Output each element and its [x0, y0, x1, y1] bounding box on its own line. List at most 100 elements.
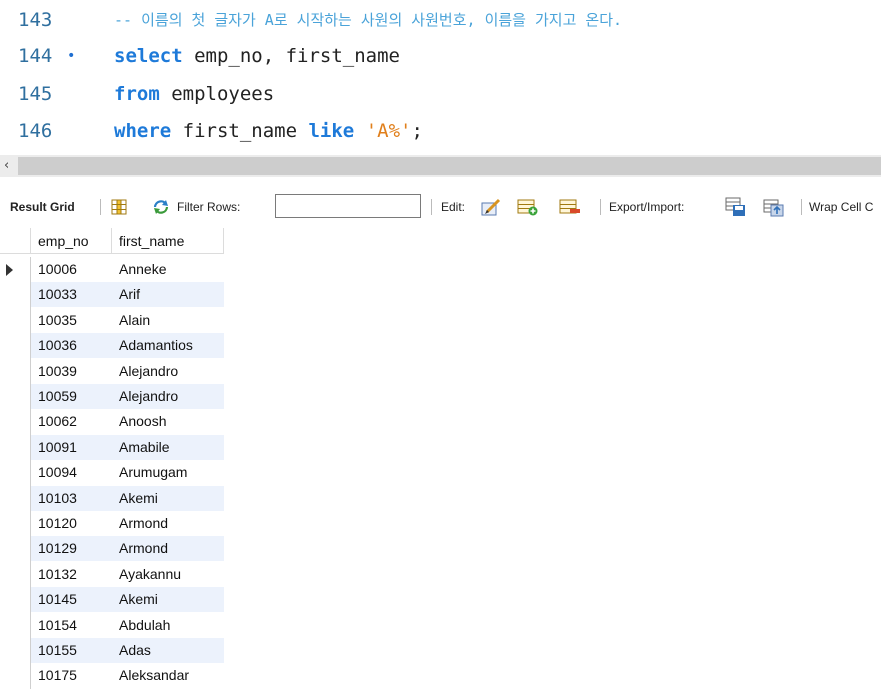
- table-row[interactable]: 10175 Aleksandar: [0, 663, 224, 689]
- table-row[interactable]: 10039 Alejandro: [0, 358, 224, 384]
- cell-first-name[interactable]: Alejandro: [112, 359, 224, 384]
- sql-text: employees: [159, 83, 275, 105]
- cell-emp-no[interactable]: 10059: [31, 384, 112, 409]
- cell-first-name[interactable]: Alejandro: [112, 384, 224, 409]
- cell-first-name[interactable]: Anneke: [112, 257, 224, 282]
- import-icon[interactable]: [763, 196, 785, 217]
- code-line-145[interactable]: 145 from employees: [0, 76, 881, 112]
- export-icon[interactable]: [725, 197, 747, 217]
- table-row[interactable]: 10094 Arumugam: [0, 460, 224, 486]
- table-row[interactable]: 10132 Ayakannu: [0, 561, 224, 588]
- cell-first-name[interactable]: Amabile: [112, 434, 224, 460]
- row-selector[interactable]: [0, 333, 31, 359]
- cell-first-name[interactable]: Ayakannu: [112, 562, 224, 587]
- cell-emp-no[interactable]: 10145: [31, 587, 112, 613]
- cell-emp-no[interactable]: 10129: [31, 536, 112, 562]
- export-import-label: Export/Import:: [609, 200, 685, 214]
- row-selector[interactable]: [0, 434, 31, 461]
- current-row-arrow-icon: [6, 264, 13, 276]
- wrap-cell-content-toggle[interactable]: Wrap Cell C: [809, 190, 873, 224]
- result-grid-tab[interactable]: Result Grid: [10, 190, 75, 224]
- row-selector-header[interactable]: [0, 228, 31, 254]
- cell-first-name[interactable]: Akemi: [112, 587, 224, 613]
- edit-label: Edit:: [441, 200, 466, 214]
- cell-emp-no[interactable]: 10154: [31, 613, 112, 638]
- row-selector[interactable]: [0, 460, 31, 486]
- cell-emp-no[interactable]: 10062: [31, 409, 112, 434]
- delete-row-icon[interactable]: [559, 198, 581, 216]
- scrollbar-thumb[interactable]: [18, 157, 881, 175]
- row-selector[interactable]: [0, 587, 31, 613]
- cell-first-name[interactable]: Arumugam: [112, 460, 224, 485]
- cell-first-name[interactable]: Akemi: [112, 485, 224, 511]
- cell-first-name[interactable]: Adas: [112, 638, 224, 663]
- cell-emp-no[interactable]: 10155: [31, 638, 112, 663]
- cell-emp-no[interactable]: 10091: [31, 434, 112, 460]
- result-toolbar: Result Grid Filter Rows: Edit: Export/Im…: [0, 190, 881, 224]
- row-selector[interactable]: [0, 638, 31, 664]
- table-row[interactable]: 10155 Adas: [0, 638, 224, 664]
- row-selector[interactable]: [0, 536, 31, 562]
- cell-emp-no[interactable]: 10120: [31, 511, 112, 536]
- cell-emp-no[interactable]: 10006: [31, 257, 112, 282]
- table-row[interactable]: 10154 Abdulah: [0, 612, 224, 638]
- row-selector[interactable]: [0, 511, 31, 537]
- cell-emp-no[interactable]: 10175: [31, 663, 112, 688]
- table-row[interactable]: 10103 Akemi: [0, 485, 224, 511]
- table-row[interactable]: 10145 Akemi: [0, 587, 224, 613]
- cell-emp-no[interactable]: 10033: [31, 282, 112, 308]
- table-row[interactable]: 10035 Alain: [0, 307, 224, 334]
- row-selector[interactable]: [0, 358, 31, 384]
- table-row[interactable]: 10059 Alejandro: [0, 384, 224, 410]
- cell-first-name[interactable]: Arif: [112, 282, 224, 308]
- grid-columns-icon[interactable]: [111, 199, 127, 215]
- cell-emp-no[interactable]: 10132: [31, 562, 112, 587]
- scroll-left-arrow-icon[interactable]: ‹: [4, 155, 9, 177]
- refresh-icon[interactable]: [152, 199, 170, 215]
- toolbar-divider: [431, 199, 432, 215]
- row-selector[interactable]: [0, 561, 31, 588]
- column-header-first-name[interactable]: first_name: [112, 228, 224, 254]
- table-row[interactable]: 10120 Armond: [0, 511, 224, 537]
- sql-text: first_name: [171, 120, 309, 142]
- cell-emp-no[interactable]: 10035: [31, 308, 112, 333]
- table-row[interactable]: 10036 Adamantios: [0, 333, 224, 359]
- table-row[interactable]: 10062 Anoosh: [0, 409, 224, 435]
- cell-emp-no[interactable]: 10036: [31, 333, 112, 359]
- row-selector[interactable]: [0, 282, 31, 308]
- table-row[interactable]: 10129 Armond: [0, 536, 224, 562]
- row-selector[interactable]: [0, 485, 31, 511]
- edit-pencil-icon[interactable]: [480, 197, 502, 217]
- sql-editor[interactable]: 143 -- 이름의 첫 글자가 A로 시작하는 사원의 사원번호, 이름을 가…: [0, 0, 881, 152]
- row-selector[interactable]: [0, 612, 31, 638]
- row-selector[interactable]: [0, 307, 31, 334]
- cell-emp-no[interactable]: 10039: [31, 359, 112, 384]
- editor-horizontal-scrollbar[interactable]: ‹: [0, 155, 881, 177]
- sql-comment: -- 이름의 첫 글자가 A로 시작하는 사원의 사원번호, 이름을 가지고 온…: [114, 11, 623, 29]
- add-row-icon[interactable]: [517, 198, 539, 216]
- row-selector[interactable]: [0, 384, 31, 410]
- cell-emp-no[interactable]: 10094: [31, 460, 112, 485]
- row-selector[interactable]: [0, 257, 31, 283]
- table-row[interactable]: 10006 Anneke: [0, 257, 224, 283]
- toolbar-divider: [801, 199, 802, 215]
- filter-rows-input[interactable]: [275, 194, 421, 218]
- code-line-146[interactable]: 146 where first_name like 'A%';: [0, 113, 881, 149]
- row-selector[interactable]: [0, 663, 31, 689]
- cell-first-name[interactable]: Armond: [112, 511, 224, 536]
- line-number: 146: [18, 120, 53, 142]
- cell-first-name[interactable]: Alain: [112, 308, 224, 333]
- cell-first-name[interactable]: Aleksandar: [112, 663, 224, 688]
- row-selector[interactable]: [0, 409, 31, 435]
- cell-emp-no[interactable]: 10103: [31, 485, 112, 511]
- cell-first-name[interactable]: Anoosh: [112, 409, 224, 434]
- column-header-emp-no[interactable]: emp_no: [31, 228, 112, 254]
- table-row[interactable]: 10091 Amabile: [0, 434, 224, 461]
- code-line-144[interactable]: 144 • select emp_no, first_name: [0, 38, 881, 74]
- cell-first-name[interactable]: Adamantios: [112, 333, 224, 359]
- code-line-143[interactable]: 143 -- 이름의 첫 글자가 A로 시작하는 사원의 사원번호, 이름을 가…: [0, 2, 881, 38]
- cell-first-name[interactable]: Abdulah: [112, 613, 224, 638]
- table-row[interactable]: 10033 Arif: [0, 282, 224, 308]
- filter-rows-label: Filter Rows:: [177, 200, 241, 214]
- cell-first-name[interactable]: Armond: [112, 536, 224, 562]
